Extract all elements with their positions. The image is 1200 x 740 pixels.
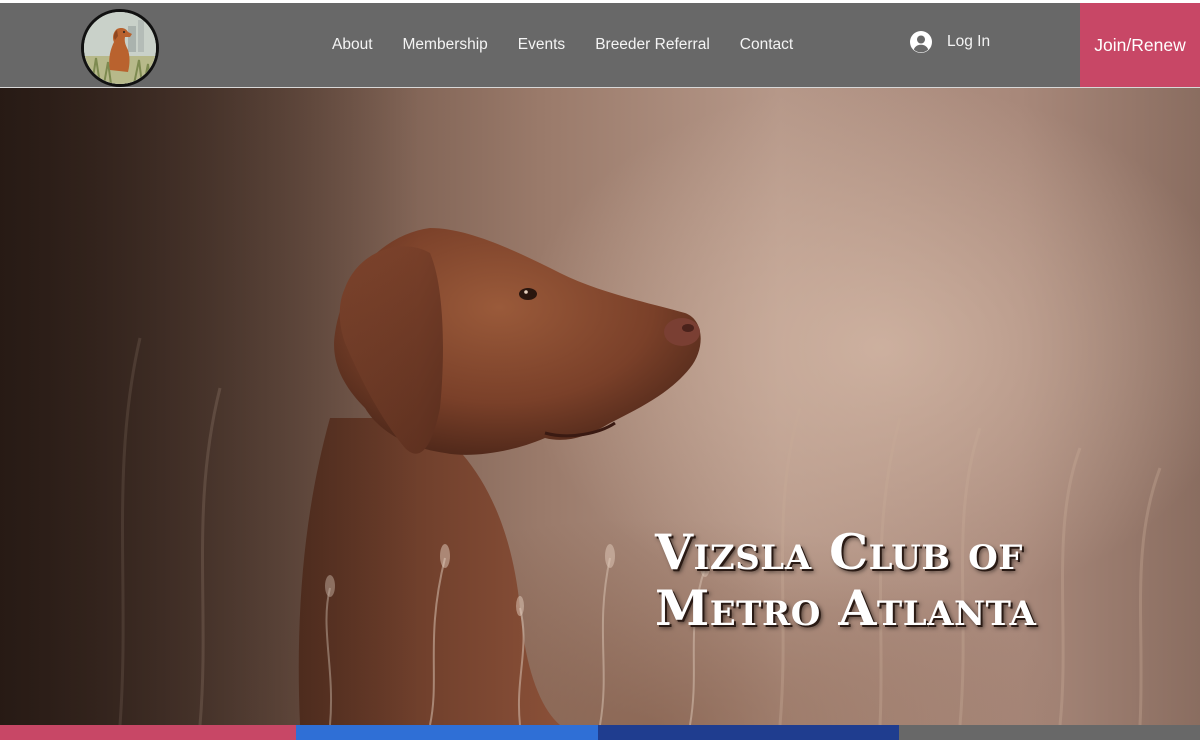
hero-title: Vizsla Club of Metro Atlanta xyxy=(655,524,1055,636)
club-logo[interactable] xyxy=(81,9,159,87)
color-bar-segment-3 xyxy=(598,725,899,740)
login-button[interactable]: Log In xyxy=(909,28,990,56)
site-header: About Membership Events Breeder Referral… xyxy=(0,3,1200,87)
join-renew-button[interactable]: Join/Renew xyxy=(1080,3,1200,87)
nav-breeder-referral-link[interactable]: Breeder Referral xyxy=(595,36,710,54)
color-bar-segment-4 xyxy=(899,725,1200,740)
vizsla-dog-logo-icon xyxy=(84,12,156,84)
color-bar-segment-2 xyxy=(296,725,598,740)
nav-events-link[interactable]: Events xyxy=(518,36,565,54)
hero-banner: Vizsla Club of Metro Atlanta xyxy=(0,88,1200,725)
nav-about-link[interactable]: About xyxy=(332,36,373,54)
hero-title-line-2: Metro Atlanta xyxy=(655,579,1037,637)
hero-title-line-1: Vizsla Club of xyxy=(655,523,1023,581)
nav-membership-link[interactable]: Membership xyxy=(403,36,488,54)
main-nav: About Membership Events Breeder Referral… xyxy=(332,3,793,87)
color-bar-segment-1 xyxy=(0,725,296,740)
nav-contact-link[interactable]: Contact xyxy=(740,36,793,54)
color-bar xyxy=(0,725,1200,740)
login-label: Log In xyxy=(947,33,991,50)
user-avatar-icon xyxy=(910,31,932,53)
